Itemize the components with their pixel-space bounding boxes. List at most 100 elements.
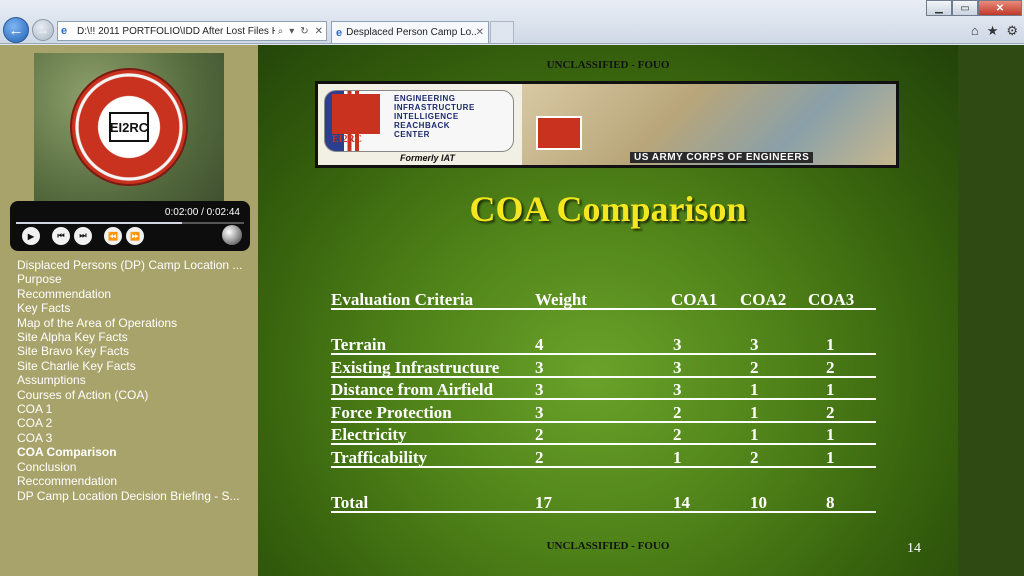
- outline-item[interactable]: Site Alpha Key Facts: [17, 330, 255, 344]
- forward-button[interactable]: →: [32, 19, 54, 41]
- back-button[interactable]: ←: [3, 17, 29, 43]
- skip-forward-icon: ⏭: [79, 231, 87, 240]
- outline-item[interactable]: Conclusion: [17, 460, 255, 474]
- header-coa2: COA2: [740, 290, 787, 309]
- cell-criteria: Electricity: [331, 425, 407, 444]
- cell-coa1: 3: [673, 335, 682, 354]
- outline-item[interactable]: COA 1: [17, 402, 255, 416]
- row-rule: [331, 443, 876, 445]
- cell-weight: 4: [535, 335, 544, 354]
- cell-coa3: 1: [826, 335, 835, 354]
- address-bar[interactable]: e D:\!! 2011 PORTFOLIO\IDD After Lost Fi…: [57, 21, 327, 41]
- home-icon[interactable]: ⌂: [971, 23, 979, 39]
- cell-criteria: Total: [331, 493, 369, 512]
- search-icon[interactable]: ⌕: [278, 26, 284, 37]
- banner-usace: US ARMY CORPS OF ENGINEERS: [630, 152, 814, 163]
- dropdown-icon[interactable]: ▾: [289, 26, 294, 37]
- stop-icon[interactable]: ✕: [315, 26, 323, 37]
- toolbar-icons: ⌂ ★ ⚙: [971, 23, 1018, 39]
- cell-coa3: 1: [826, 448, 835, 467]
- gear-icon[interactable]: ⚙: [1006, 23, 1018, 39]
- outline-item[interactable]: Site Charlie Key Facts: [17, 359, 255, 373]
- window-controls: ▁ ▭ ✕: [926, 0, 1022, 16]
- outline-item[interactable]: COA 2: [17, 416, 255, 430]
- cell-coa2: 10: [750, 493, 767, 512]
- banner-line: INTELLIGENCE: [394, 112, 459, 121]
- outline-item[interactable]: Key Facts: [17, 301, 255, 315]
- new-tab-button[interactable]: [490, 21, 514, 43]
- cell-criteria: Distance from Airfield: [331, 380, 494, 399]
- tab-title[interactable]: Desplaced Person Camp Lo...: [346, 27, 475, 38]
- volume-knob[interactable]: [222, 225, 242, 245]
- cell-coa1: 14: [673, 493, 690, 512]
- cell-coa1: 2: [673, 425, 682, 444]
- outline-item[interactable]: Map of the Area of Operations: [17, 316, 255, 330]
- skip-back-icon: ⏮: [57, 231, 65, 240]
- row-rule: [331, 398, 876, 400]
- banner-line: REACHBACK: [394, 121, 451, 130]
- row-rule: [331, 511, 876, 513]
- outline-item[interactable]: Assumptions: [17, 373, 255, 387]
- cell-criteria: Trafficability: [331, 448, 427, 467]
- cell-coa1: 3: [673, 358, 682, 377]
- address-text[interactable]: D:\!! 2011 PORTFOLIO\IDD After Lost File…: [77, 26, 275, 37]
- outline-item[interactable]: Site Bravo Key Facts: [17, 344, 255, 358]
- header-rule: [331, 308, 876, 310]
- cell-weight: 2: [535, 425, 544, 444]
- next-button[interactable]: ⏭: [74, 227, 92, 245]
- slide: UNCLASSIFIED - FOUO EI2RC ENGINEERING INF…: [258, 45, 958, 576]
- rewind-button[interactable]: ⏪: [104, 227, 122, 245]
- cell-criteria: Existing Infrastructure: [331, 358, 500, 377]
- page-icon: e: [61, 24, 68, 37]
- tab-page-icon: e: [336, 26, 343, 39]
- ei2rc-seal-logo: EI2RC: [70, 68, 188, 186]
- cell-criteria: Terrain: [331, 335, 387, 354]
- cell-coa3: 2: [826, 358, 835, 377]
- fast-forward-button[interactable]: ⏩: [126, 227, 144, 245]
- refresh-icon[interactable]: ↻: [300, 26, 308, 37]
- banner-line: ENGINEERING: [394, 94, 456, 103]
- cell-coa2: 1: [750, 425, 759, 444]
- page-number: 14: [907, 541, 921, 556]
- cell-coa2: 2: [750, 448, 759, 467]
- row-rule: [331, 421, 876, 423]
- cell-weight: 3: [535, 403, 544, 422]
- fast-forward-icon: ⏩: [130, 231, 140, 241]
- maximize-button[interactable]: ▭: [952, 0, 978, 16]
- banner-line: CENTER: [394, 130, 430, 139]
- outline-item[interactable]: Purpose: [17, 272, 255, 286]
- minimize-button[interactable]: ▁: [926, 0, 952, 16]
- slide-title: COA Comparison: [469, 189, 747, 229]
- close-window-button[interactable]: ✕: [978, 0, 1022, 16]
- play-button[interactable]: ▶: [22, 227, 40, 245]
- banner-center-name: ENGINEERING INFRASTRUCTURE INTELLIGENCE REA…: [394, 94, 475, 139]
- tab-active[interactable]: e Desplaced Person Camp Lo... ✕: [331, 21, 489, 43]
- previous-button[interactable]: ⏮: [52, 227, 70, 245]
- outline-item[interactable]: Reccommendation: [17, 474, 255, 488]
- cell-weight: 2: [535, 448, 544, 467]
- outline-item[interactable]: Courses of Action (COA): [17, 388, 255, 402]
- cell-coa1: 1: [673, 448, 682, 467]
- outline-item[interactable]: DP Camp Location Decision Briefing - S..…: [17, 489, 255, 503]
- outline-item[interactable]: Displaced Persons (DP) Camp Location ...: [17, 258, 255, 272]
- cell-coa2: 3: [750, 335, 759, 354]
- row-rule: [331, 353, 876, 355]
- outline-item[interactable]: Recommendation: [17, 287, 255, 301]
- cell-weight: 3: [535, 358, 544, 377]
- cell-coa3: 2: [826, 403, 835, 422]
- cell-weight: 17: [535, 493, 552, 512]
- banner-castle-label: EI2RC: [332, 134, 363, 145]
- presenter-logo-panel: EI2RC: [34, 53, 224, 201]
- cell-coa2: 1: [750, 403, 759, 422]
- tab-close-icon[interactable]: ✕: [476, 27, 484, 38]
- slide-outline: Displaced Persons (DP) Camp Location ...…: [17, 258, 255, 503]
- progress-bar[interactable]: [16, 222, 244, 224]
- cell-coa2: 2: [750, 358, 759, 377]
- outline-item[interactable]: COA 3: [17, 431, 255, 445]
- play-icon: ▶: [27, 231, 35, 241]
- castle-icon: [332, 94, 380, 134]
- cell-coa1: 3: [673, 380, 682, 399]
- banner-formerly: Formerly IAT: [400, 153, 455, 163]
- outline-item[interactable]: COA Comparison: [17, 445, 255, 459]
- star-icon[interactable]: ★: [987, 23, 999, 39]
